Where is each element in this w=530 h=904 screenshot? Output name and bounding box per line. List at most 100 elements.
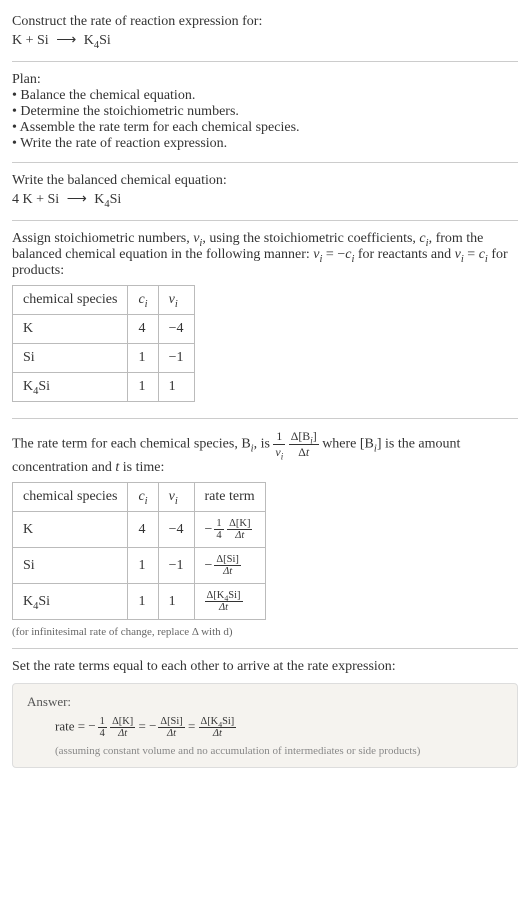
subscript-i: i	[281, 451, 283, 461]
col-nu: νi	[158, 286, 194, 315]
numerator: Δ[K]	[110, 716, 135, 728]
text: Si]	[228, 590, 240, 601]
plan-item: Assemble the rate term for each chemical…	[12, 120, 518, 136]
cell-species: K	[13, 315, 128, 344]
cell-species: K	[13, 512, 128, 548]
fraction: Δ[Si]Δt	[214, 554, 241, 577]
stoich-section: Assign stoichiometric numbers, νi, using…	[12, 225, 518, 414]
numerator: Δ[Si]	[158, 716, 184, 728]
numerator: Δ[Si]	[214, 554, 241, 566]
plan-item: Determine the stoichiometric numbers.	[12, 104, 518, 120]
minus-sign: −	[205, 522, 213, 537]
numerator: 1	[214, 518, 223, 530]
numerator: Δ[Bi]	[289, 429, 319, 445]
table-row: K 4 −4	[13, 315, 195, 344]
unbalanced-equation: K + Si ⟶ K4Si	[12, 32, 518, 49]
answer-label: Answer:	[27, 694, 503, 710]
rate-terms-description: The rate term for each chemical species,…	[12, 429, 518, 476]
text: Δ[K	[201, 716, 219, 727]
table-row: Si 1 −1	[13, 344, 195, 373]
rate-label: rate =	[55, 718, 88, 733]
cell-species: Si	[13, 344, 128, 373]
fraction: Δ[K]Δt	[110, 716, 135, 739]
fraction: Δ[K4Si]Δt	[199, 716, 237, 739]
col-c: ci	[128, 286, 158, 315]
rate-terms-table: chemical species ci νi rate term K 4 −4 …	[12, 482, 266, 620]
text: where [B	[322, 437, 374, 452]
balanced-equation: 4 K + Si ⟶ K4Si	[12, 191, 518, 208]
text: Δ[K	[207, 590, 225, 601]
problem-prompt: Construct the rate of reaction expressio…	[12, 14, 518, 30]
plan-item: Balance the chemical equation.	[12, 88, 518, 104]
text: K	[23, 594, 33, 609]
cell-rate-term: Δ[K4Si]Δt	[194, 584, 265, 620]
table-header-row: chemical species ci νi	[13, 286, 195, 315]
text: for reactants and	[354, 247, 454, 262]
answer-box: Answer: rate = −14 Δ[K]Δt = −Δ[Si]Δt = Δ…	[12, 683, 518, 768]
text: Si	[38, 379, 50, 394]
cell-nu: −4	[158, 512, 194, 548]
numerator: 1	[273, 429, 285, 445]
text: , is	[254, 437, 274, 452]
cell-c: 1	[128, 344, 158, 373]
col-nu: νi	[158, 483, 194, 512]
reaction-arrow-icon: ⟶	[67, 191, 87, 208]
cell-nu: 1	[158, 584, 194, 620]
divider	[12, 61, 518, 62]
problem-statement: Construct the rate of reaction expressio…	[12, 8, 518, 57]
fraction: 14	[214, 518, 223, 541]
subscript-i: i	[175, 496, 178, 507]
denominator: 4	[214, 530, 223, 541]
fraction: Δ[K]Δt	[227, 518, 252, 541]
cell-species: K4Si	[13, 584, 128, 620]
table-row: Si 1 −1 −Δ[Si]Δt	[13, 548, 266, 584]
denominator: Δt	[205, 602, 243, 613]
balanced-heading: Write the balanced chemical equation:	[12, 173, 518, 189]
col-species: chemical species	[13, 483, 128, 512]
numerator: 1	[98, 716, 107, 728]
fraction: 14	[98, 716, 107, 739]
cell-species: Si	[13, 548, 128, 584]
cell-c: 4	[128, 512, 158, 548]
cell-nu: −4	[158, 315, 194, 344]
text: =	[464, 247, 479, 262]
subscript-i: i	[145, 299, 148, 310]
col-rate-term: rate term	[194, 483, 265, 512]
minus-sign: −	[88, 718, 95, 733]
plan-heading: Plan:	[12, 72, 518, 88]
subscript-i: i	[145, 496, 148, 507]
plan-section: Plan: Balance the chemical equation. Det…	[12, 66, 518, 158]
numerator: Δ[K]	[227, 518, 252, 530]
text: Δ[B	[291, 429, 311, 443]
equals: =	[135, 718, 149, 733]
conclusion-section: Set the rate terms equal to each other t…	[12, 653, 518, 774]
cell-nu: −1	[158, 344, 194, 373]
cell-c: 1	[128, 584, 158, 620]
numerator: Δ[K4Si]	[199, 716, 237, 728]
table-row: K 4 −4 −14 Δ[K]Δt	[13, 512, 266, 548]
fraction: Δ[K4Si]Δt	[205, 590, 243, 613]
equation-lhs: K + Si	[12, 33, 49, 48]
equation-rhs: K	[84, 33, 94, 48]
divider	[12, 162, 518, 163]
cell-c: 1	[128, 548, 158, 584]
denominator: Δt	[110, 728, 135, 739]
text: = −	[322, 247, 345, 262]
balanced-lhs: 4 K + Si	[12, 192, 59, 207]
denominator: Δt	[199, 728, 237, 739]
table-row: K4Si 1 1 Δ[K4Si]Δt	[13, 584, 266, 620]
subscript-i: i	[175, 299, 178, 310]
t-symbol: t	[306, 445, 309, 459]
divider	[12, 418, 518, 419]
cell-c: 1	[128, 373, 158, 402]
cell-nu: −1	[158, 548, 194, 584]
minus-sign: −	[205, 558, 213, 573]
balanced-rhs-tail: Si	[110, 192, 122, 207]
rate-terms-section: The rate term for each chemical species,…	[12, 423, 518, 644]
text: is time:	[119, 460, 164, 475]
plan-list: Balance the chemical equation. Determine…	[12, 88, 518, 152]
cell-rate-term: −Δ[Si]Δt	[194, 548, 265, 584]
text: , using the stoichiometric coefficients,	[202, 231, 419, 246]
denominator: νi	[273, 445, 285, 460]
denominator: Δt	[158, 728, 184, 739]
